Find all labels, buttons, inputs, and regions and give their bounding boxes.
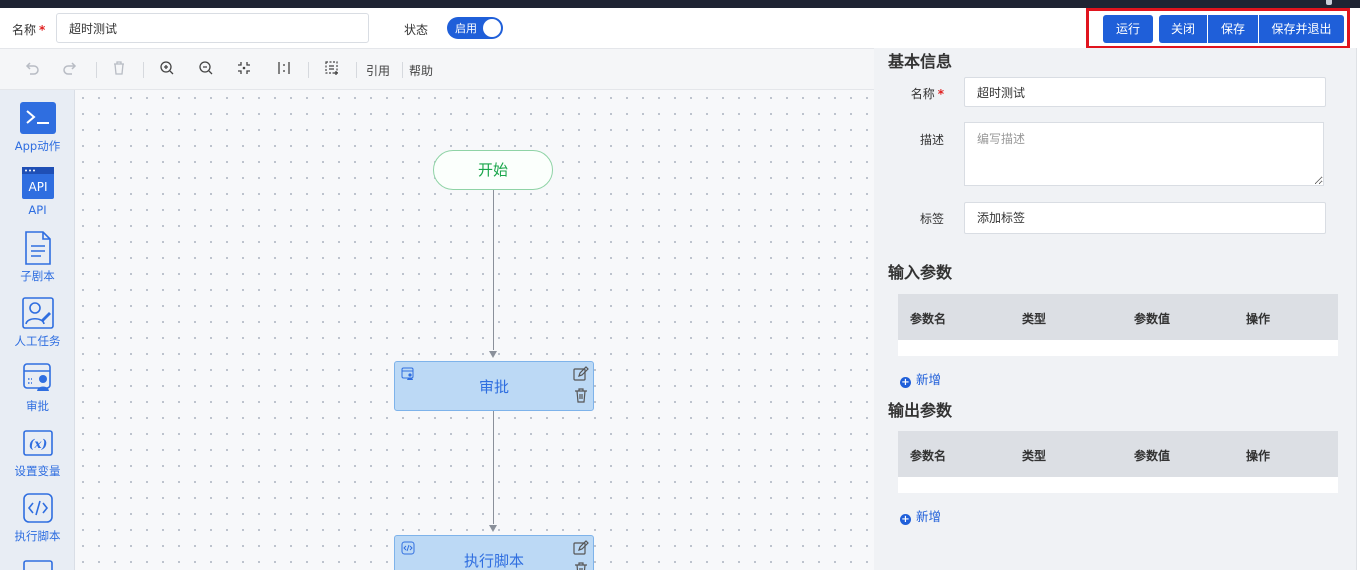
connector-arrow <box>489 351 497 358</box>
canvas-toolbar: 引用 帮助 <box>0 48 874 90</box>
status-label: 状态 <box>404 23 429 37</box>
palette-label: API <box>28 203 47 217</box>
plus-circle-icon: + <box>900 377 911 388</box>
tags-input[interactable]: 添加标签 <box>964 202 1326 234</box>
save-and-exit-button[interactable]: 保存并退出 <box>1259 15 1344 43</box>
output-params-title: 输出参数 <box>888 401 953 420</box>
toolbar-divider <box>402 62 403 78</box>
palette-label: 子剧本 <box>20 269 55 283</box>
column-header: 类型 <box>1022 449 1047 463</box>
description-label: 描述 <box>919 133 944 147</box>
status-toggle[interactable]: 启用 <box>447 17 503 39</box>
description-textarea[interactable] <box>964 122 1324 186</box>
toolbar-divider <box>308 62 309 78</box>
name-input[interactable] <box>56 13 369 43</box>
palette-item-app-action[interactable]: App动作 <box>0 101 74 154</box>
close-button[interactable]: 关闭 <box>1159 15 1207 43</box>
palette-label: 人工任务 <box>14 334 61 348</box>
top-strip <box>0 0 1360 8</box>
node-title: 审批 <box>478 378 509 396</box>
help-button[interactable]: 帮助 <box>409 62 433 79</box>
panel-name-label: 名称 * <box>910 87 944 101</box>
delete-icon[interactable] <box>111 60 127 80</box>
delete-icon[interactable] <box>573 561 589 570</box>
toggle-knob <box>483 19 501 37</box>
name-label: 名称 * <box>12 23 46 37</box>
toolbar-divider <box>356 62 357 78</box>
palette-item-set-variable[interactable]: (x) 设置变量 <box>0 426 74 479</box>
palette-item-approval[interactable]: 审批 <box>0 361 74 414</box>
code-icon <box>22 493 53 523</box>
action-button-group: 运行 关闭 保存 保存并退出 <box>1086 8 1350 49</box>
palette-label: 设置变量 <box>14 464 61 478</box>
column-header: 类型 <box>1022 312 1047 326</box>
document-icon <box>24 231 51 265</box>
palette-item-sub-playbook[interactable]: 子剧本 <box>0 231 74 284</box>
svg-text:API: API <box>28 180 47 194</box>
plus-circle-icon: + <box>900 514 911 525</box>
palette-item-api[interactable]: API API <box>0 166 74 217</box>
table-header: 参数名 类型 参数值 操作 <box>898 431 1338 477</box>
node-title: 执行脚本 <box>463 552 524 570</box>
edit-icon[interactable] <box>573 540 589 556</box>
palette-item-more[interactable] <box>0 558 74 570</box>
add-output-param-button[interactable]: + 新增 <box>900 506 941 525</box>
connector-line <box>493 411 494 524</box>
palette-label: App动作 <box>14 139 61 153</box>
start-node[interactable]: 开始 <box>433 150 553 190</box>
palette-item-manual-task[interactable]: 人工任务 <box>0 296 74 349</box>
panel-scroll-edge <box>1356 48 1360 570</box>
save-button[interactable]: 保存 <box>1208 15 1258 43</box>
palette-item-execute-script[interactable]: 执行脚本 <box>0 491 74 544</box>
reference-button[interactable]: 引用 <box>366 62 390 79</box>
palette-label: 审批 <box>26 399 49 413</box>
select-area-icon[interactable] <box>324 60 340 80</box>
run-button[interactable]: 运行 <box>1103 15 1153 43</box>
table-body <box>898 477 1338 493</box>
column-header: 参数名 <box>910 449 947 463</box>
variable-icon: (x) <box>22 430 53 456</box>
add-input-param-button[interactable]: + 新增 <box>900 369 941 388</box>
output-params-table: 参数名 类型 参数值 操作 <box>898 431 1338 493</box>
column-header: 操作 <box>1246 449 1271 463</box>
redo-icon[interactable] <box>62 60 78 80</box>
column-header: 参数名 <box>910 312 947 326</box>
zoom-in-icon[interactable] <box>159 60 175 80</box>
undo-icon[interactable] <box>24 60 40 80</box>
basic-info-title: 基本信息 <box>888 52 953 71</box>
execute-script-node[interactable]: 执行脚本 <box>394 535 594 570</box>
tags-label: 标签 <box>919 212 944 226</box>
input-params-title: 输入参数 <box>888 263 953 282</box>
column-header: 参数值 <box>1134 312 1171 326</box>
table-body <box>898 340 1338 356</box>
flow-canvas[interactable]: 开始 审批 执行脚本 <box>75 90 874 570</box>
column-header: 操作 <box>1246 312 1271 326</box>
svg-text:(x): (x) <box>28 437 47 451</box>
more-node-icon <box>22 560 53 570</box>
window-indicator <box>1326 0 1332 5</box>
column-header: 参数值 <box>1134 449 1171 463</box>
connector-line <box>493 190 494 350</box>
approval-icon <box>22 363 51 391</box>
toolbar-divider <box>96 62 97 78</box>
toolbar-divider <box>143 62 144 78</box>
properties-panel: 基本信息 名称* 描述 标签 添加标签 输入参数 参数名 类型 参数值 操作 +… <box>874 48 1360 570</box>
connector-arrow <box>489 525 497 532</box>
terminal-icon <box>19 102 56 134</box>
table-header: 参数名 类型 参数值 操作 <box>898 294 1338 340</box>
fit-view-icon[interactable] <box>236 60 252 80</box>
approval-node[interactable]: 审批 <box>394 361 594 411</box>
palette-label: 执行脚本 <box>14 529 61 543</box>
status-toggle-text: 启用 <box>455 22 477 35</box>
edit-icon[interactable] <box>573 366 589 382</box>
node-palette: App动作 API API 子剧本 人工任务 审批 (x) 设置变量 执行脚本 <box>0 90 75 570</box>
manual-task-icon <box>21 297 54 329</box>
input-params-table: 参数名 类型 参数值 操作 <box>898 294 1338 356</box>
delete-icon[interactable] <box>573 387 589 403</box>
zoom-out-icon[interactable] <box>198 60 214 80</box>
api-icon: API <box>21 167 54 199</box>
panel-name-input[interactable] <box>964 77 1326 107</box>
auto-layout-icon[interactable] <box>276 60 292 80</box>
header-bar: 名称* 状态 启用 运行 关闭 保存 保存并退出 <box>0 8 1360 49</box>
